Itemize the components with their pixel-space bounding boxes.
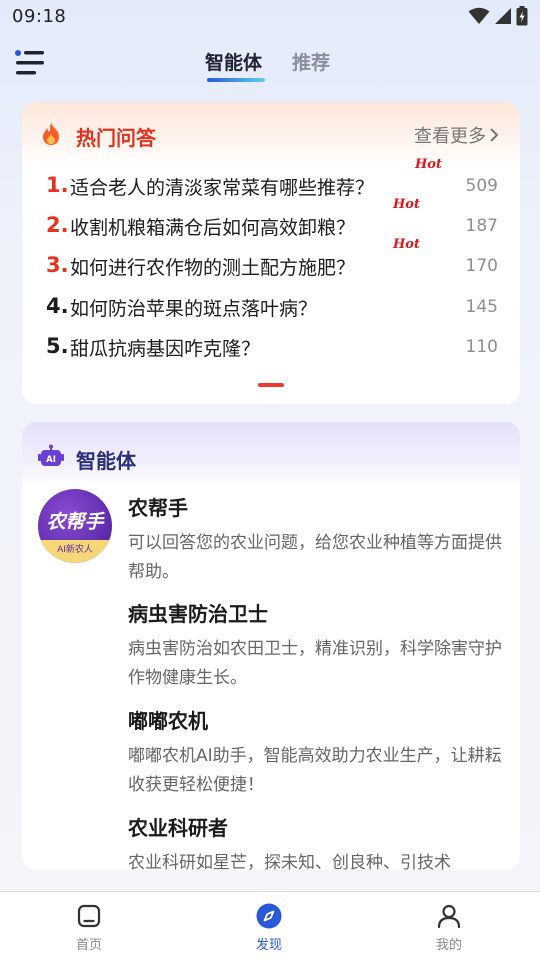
view-more-link[interactable]: 查看更多 (414, 122, 500, 148)
wifi-icon (468, 7, 490, 24)
hot-qa-rank: 4. (46, 294, 69, 318)
active-tab-indicator (207, 78, 265, 82)
agent-name: 农业科研者 (128, 816, 228, 840)
agent-item[interactable]: 农业科研者 农业科研如星芒，探未知、创良种、引技术 (128, 812, 506, 870)
hot-qa-count: 170 (465, 256, 498, 276)
agent-item[interactable]: 病虫害防治卫士 病虫害防治如农田卫士，精准识别，科学除害守护作物健康生长。 (128, 598, 506, 693)
hot-qa-item[interactable]: 1. 适合老人的清淡家常菜有哪些推荐？ Hot 509 (46, 157, 498, 206)
svg-text:AI: AI (46, 455, 56, 465)
hot-qa-rank: 2. (46, 213, 69, 237)
ai-robot-icon: AI (38, 444, 64, 466)
hot-qa-item[interactable]: 4. 如何防治苹果的斑点落叶病？ 145 (46, 287, 498, 327)
top-navigation: 智能体 推荐 (0, 40, 540, 90)
tab-agents-label: 智能体 (205, 52, 263, 74)
agent-name: 农帮手 (128, 496, 188, 520)
agent-item[interactable]: 嘟嘟农机 嘟嘟农机AI助手，智能高效助力农业生产，让耕耘收获更轻松便捷！ (128, 705, 506, 800)
tab-agents[interactable]: 智能体 (205, 48, 265, 82)
top-tabs: 智能体 推荐 (205, 48, 330, 82)
hot-qa-question: 如何防治苹果的斑点落叶病？ (70, 298, 318, 320)
status-time: 09:18 (12, 6, 67, 27)
discover-compass-icon (256, 903, 282, 929)
nav-home-label: 首页 (75, 938, 102, 953)
hot-qa-rank: 5. (46, 334, 69, 358)
hot-qa-title: 热门问答 (76, 126, 156, 150)
avatar-subtext: AI新农人 (57, 545, 93, 555)
hot-tag: Hot (393, 197, 420, 212)
hot-qa-rank: 1. (46, 173, 69, 197)
nav-home[interactable]: 首页 (49, 902, 129, 953)
status-bar: 09:18 (0, 0, 540, 34)
agents-title: 智能体 (76, 449, 136, 473)
hot-qa-item[interactable]: 3. 如何进行农作物的测土配方施肥？ Hot 170 (46, 237, 498, 286)
nav-profile-label: 我的 (435, 938, 462, 953)
hot-qa-header: 热门问答 查看更多 (22, 102, 520, 164)
bottom-navigation: 首页 发现 我的 (0, 891, 540, 960)
hot-qa-card: 热门问答 查看更多 1. 适合老人的清淡家常菜有哪些推荐？ Hot 509 2.… (22, 102, 520, 404)
hot-tag: Hot (393, 237, 420, 252)
agents-card: AI 智能体 农帮手 AI新农人 农帮手 可以回答您的农业问题，给您农业种植等方… (22, 422, 520, 870)
agent-description: 农业科研如星芒，探未知、创良种、引技术 (128, 853, 451, 870)
hot-qa-question: 收割机粮箱满仓后如何高效卸粮？ (70, 217, 356, 239)
hot-qa-count: 187 (465, 216, 498, 236)
hot-qa-rank: 3. (46, 253, 69, 277)
hot-qa-item[interactable]: 2. 收割机粮箱满仓后如何高效卸粮？ Hot 187 (46, 197, 498, 246)
home-icon (77, 904, 101, 928)
hot-qa-question: 如何进行农作物的测土配方施肥？ (70, 257, 356, 279)
agent-avatar[interactable]: 农帮手 AI新农人 (38, 489, 112, 563)
hot-qa-question: 甜瓜抗病基因咋克隆？ (70, 338, 261, 360)
profile-icon (437, 904, 461, 929)
battery-icon (516, 6, 528, 26)
agent-name: 嘟嘟农机 (128, 709, 208, 733)
tab-recommend-label: 推荐 (292, 52, 331, 74)
hot-qa-item[interactable]: 5. 甜瓜抗病基因咋克隆？ 110 (46, 327, 498, 367)
signal-icon (495, 8, 511, 24)
avatar-text: 农帮手 (46, 511, 104, 533)
hot-qa-count: 145 (465, 297, 498, 317)
hot-tag: Hot (415, 157, 442, 172)
agent-description: 病虫害防治如农田卫士，精准识别，科学除害守护作物健康生长。 (128, 639, 502, 688)
hot-qa-question: 适合老人的清淡家常菜有哪些推荐？ (70, 177, 375, 199)
flame-icon (43, 123, 59, 145)
chevron-right-icon (490, 128, 499, 142)
view-more-label: 查看更多 (414, 126, 486, 147)
tab-recommend[interactable]: 推荐 (292, 48, 330, 82)
agents-header: AI 智能体 (22, 422, 520, 488)
agent-description: 可以回答您的农业问题，给您农业种植等方面提供帮助。 (128, 533, 502, 582)
agent-item[interactable]: 农帮手 可以回答您的农业问题，给您农业种植等方面提供帮助。 (128, 492, 506, 587)
agent-description: 嘟嘟农机AI助手，智能高效助力农业生产，让耕耘收获更轻松便捷！ (128, 746, 502, 795)
nav-discover-label: 发现 (255, 938, 282, 953)
nav-discover[interactable]: 发现 (229, 902, 309, 953)
hot-qa-count: 110 (465, 337, 498, 357)
status-icons (468, 6, 528, 26)
nav-profile[interactable]: 我的 (409, 902, 489, 953)
carousel-page-indicator (258, 383, 284, 387)
hot-qa-count: 509 (465, 176, 498, 196)
menu-icon[interactable] (14, 48, 46, 78)
agent-name: 病虫害防治卫士 (128, 602, 268, 626)
